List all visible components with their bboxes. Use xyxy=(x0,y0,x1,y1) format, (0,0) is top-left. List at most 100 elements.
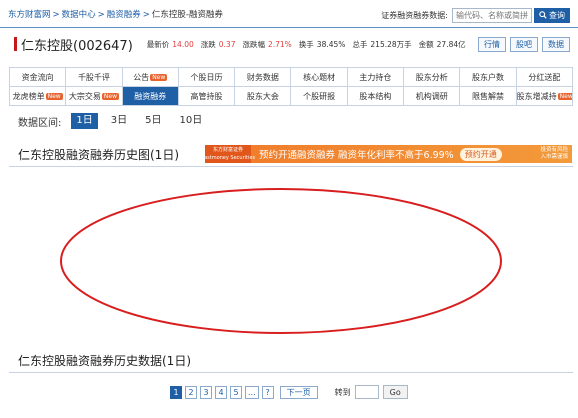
quote-turnover: 38.45% xyxy=(316,39,346,49)
stock-search: 证券融资融券数据: 查询 xyxy=(381,7,570,23)
quote-change: 0.37 xyxy=(218,39,236,49)
nav-tab[interactable]: 财务数据 xyxy=(234,67,292,87)
go-button[interactable]: Go xyxy=(382,385,408,399)
forum-button[interactable]: 股吧 xyxy=(510,36,538,52)
page-5[interactable]: 5 xyxy=(230,385,242,399)
search-button-label: 查询 xyxy=(549,10,565,20)
breadcrumb-margin-link[interactable]: 融资融券 xyxy=(107,10,141,20)
breadcrumb-data-center-link[interactable]: 数据中心 xyxy=(62,10,96,20)
nav-tab-label: 机构调研 xyxy=(415,91,448,101)
broker-logo: 东方财富证券 Eastmoney Securities xyxy=(200,145,256,163)
quote-key: 金额 xyxy=(418,39,434,49)
next-page-button[interactable]: 下一页 xyxy=(279,385,318,399)
red-annotation-ellipse xyxy=(60,188,502,334)
page-4[interactable]: 4 xyxy=(215,385,227,399)
quote-key: 换手 xyxy=(298,39,314,49)
nav-row: 龙虎榜单 New 大宗交易 New 融资融券 高管持股 股东大会 个股研报 股本结构 机构调研 限售… xyxy=(8,86,574,106)
nav-tab[interactable]: 个股研报 xyxy=(290,86,348,106)
goto-page-input[interactable] xyxy=(354,385,379,399)
promo-cta-button[interactable]: 预约开通 xyxy=(459,147,502,161)
nav-tab-label: 核心题材 xyxy=(303,72,336,82)
nav-tab-label: 个股研报 xyxy=(303,91,336,101)
nav-tab-label: 大宗交易 xyxy=(68,91,101,101)
quote-amount: 27.84亿 xyxy=(436,39,466,49)
stock-actions: 行情 股吧 数据 xyxy=(474,36,570,52)
nav-tab[interactable]: 核心题材 xyxy=(290,67,348,87)
page-ellipsis: ... xyxy=(245,385,259,399)
nav-tab[interactable]: 股本结构 xyxy=(346,86,405,106)
nav-tab[interactable]: 分红送配 xyxy=(515,67,574,87)
nav-tab-label: 股东户数 xyxy=(472,72,505,82)
quote-strip: 最新价 14.00 涨跌 0.37 涨跌幅 2.71% 换手 38.45% 总手 215.… xyxy=(147,39,473,50)
new-badge: New xyxy=(45,92,63,100)
nav-tab[interactable]: 股东大会 xyxy=(234,86,292,106)
search-icon xyxy=(539,11,547,19)
nav-tab[interactable]: 机构调研 xyxy=(403,86,461,106)
stock-name: 仁东控股(002647) xyxy=(21,38,133,54)
nav-tab-label: 主力持仓 xyxy=(359,72,392,82)
nav-tab[interactable]: 股东分析 xyxy=(403,67,461,87)
nav-tab-label: 股东增减持 xyxy=(516,91,557,101)
quote-volume: 215.28万手 xyxy=(370,39,412,49)
nav-tab-label: 资金流向 xyxy=(21,72,54,82)
nav-tab[interactable]: 大宗交易 New xyxy=(65,86,123,106)
nav-tab-label: 限售解禁 xyxy=(472,91,505,101)
nav-tab-label: 财务数据 xyxy=(246,72,279,82)
search-button[interactable]: 查询 xyxy=(534,7,570,23)
nav-tab-label: 股东分析 xyxy=(415,72,448,82)
breadcrumb-home-link[interactable]: 东方财富网 xyxy=(8,10,51,20)
nav-tab-label: 个股日历 xyxy=(190,72,223,82)
title-accent-bar xyxy=(14,37,17,51)
nav-tab[interactable]: 公告 New xyxy=(121,67,179,87)
quote-button[interactable]: 行情 xyxy=(478,36,506,52)
nav-tab[interactable]: 个股日历 xyxy=(177,67,236,87)
page-1[interactable]: 1 xyxy=(170,385,182,399)
nav-tab-label: 分红送配 xyxy=(528,72,561,82)
nav-tab-label: 高管持股 xyxy=(190,91,223,101)
data-button[interactable]: 数据 xyxy=(542,36,570,52)
nav-tab[interactable]: 股东增减持 New xyxy=(515,86,574,106)
breadcrumb-current: 仁东控股-融资融券 xyxy=(151,10,223,20)
promo-disclaimer: 投资有风险 入市需谨慎 xyxy=(540,147,568,160)
table-section-title: 仁东控股融资融券历史数据(1日) xyxy=(18,354,191,368)
nav-tab-label: 千股千评 xyxy=(77,72,110,82)
promo-banner[interactable]: 东方财富证券 Eastmoney Securities 预约开通融资融券 融资年化… xyxy=(200,145,572,163)
nav-tab-label: 股东大会 xyxy=(246,91,279,101)
range-label: 数据区间: xyxy=(18,117,62,129)
search-label: 证券融资融券数据: xyxy=(381,10,448,20)
quote-key: 涨跌幅 xyxy=(242,39,265,49)
section-divider xyxy=(9,166,573,167)
page-3[interactable]: 3 xyxy=(200,385,212,399)
breadcrumb-separator: > xyxy=(142,10,150,20)
search-input[interactable] xyxy=(452,7,532,23)
nav-tab[interactable]: 资金流向 xyxy=(8,67,67,87)
nav-tab[interactable]: 主力持仓 xyxy=(346,67,405,87)
nav-tab[interactable]: 限售解禁 xyxy=(459,86,517,106)
goto-label: 转到 xyxy=(334,387,351,397)
nav-tab[interactable]: 龙虎榜单 New xyxy=(8,86,67,106)
nav-tab[interactable]: 高管持股 xyxy=(177,86,236,106)
nav-tab[interactable]: 千股千评 xyxy=(65,67,123,87)
pagination: 1 2 3 4 5 ... ? 下一页 转到 Go xyxy=(170,385,408,399)
range-option-10d[interactable]: 10日 xyxy=(175,113,208,129)
range-option-1d[interactable]: 1日 xyxy=(71,113,98,129)
nav-tab-label: 融资融券 xyxy=(134,91,167,101)
quote-key: 涨跌 xyxy=(200,39,216,49)
new-badge: New xyxy=(557,92,572,100)
nav-tab[interactable]: 融资融券 xyxy=(121,86,179,106)
quote-key: 最新价 xyxy=(146,39,170,49)
nav-tab-label: 公告 xyxy=(133,72,150,82)
margin-history-chart-area xyxy=(9,168,573,350)
nav-row: 资金流向 千股千评 公告 New 个股日历 财务数据 核心题材 主力持仓 股东分析 股东户数 分红送… xyxy=(8,67,574,87)
header-divider xyxy=(0,27,578,28)
range-option-5d[interactable]: 5日 xyxy=(140,113,166,129)
data-nav-grid: 资金流向 千股千评 公告 New 个股日历 财务数据 核心题材 主力持仓 股东分析 股东户数 分红送… xyxy=(8,67,574,106)
new-badge: New xyxy=(101,92,119,100)
quote-price: 14.00 xyxy=(172,39,194,49)
page-2[interactable]: 2 xyxy=(185,385,197,399)
range-option-3d[interactable]: 3日 xyxy=(106,113,132,129)
nav-tab[interactable]: 股东户数 xyxy=(459,67,517,87)
nav-tab-label: 龙虎榜单 xyxy=(12,91,45,101)
section-divider xyxy=(9,372,573,373)
page-last[interactable]: ? xyxy=(261,385,274,399)
